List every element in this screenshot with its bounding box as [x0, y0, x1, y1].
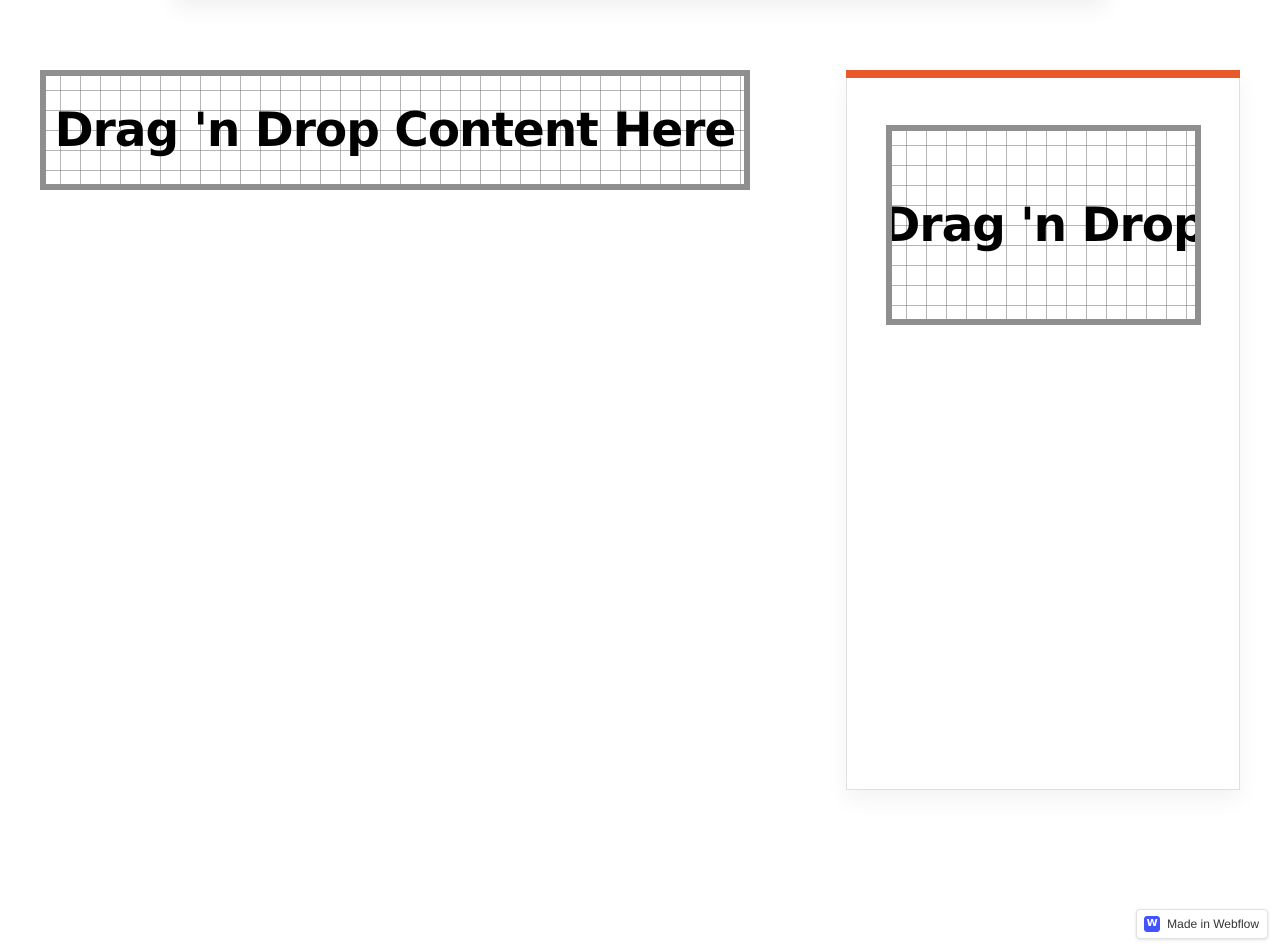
webflow-badge-label: Made in Webflow: [1167, 917, 1259, 931]
main-dropzone[interactable]: Drag 'n Drop Content Here: [40, 70, 750, 190]
webflow-logo-icon: W: [1144, 916, 1161, 932]
sidebar-dropzone[interactable]: Drag 'n Drop: [886, 125, 1201, 325]
sidebar-card: Drag 'n Drop: [846, 70, 1240, 790]
sidebar-dropzone-label: Drag 'n Drop: [886, 197, 1201, 253]
sidebar-accent-bar: [846, 70, 1240, 78]
page: Drag 'n Drop Content Here Drag 'n Drop W…: [0, 0, 1280, 950]
main-dropzone-label: Drag 'n Drop Content Here: [54, 102, 737, 158]
made-in-webflow-badge[interactable]: W Made in Webflow: [1136, 909, 1268, 939]
